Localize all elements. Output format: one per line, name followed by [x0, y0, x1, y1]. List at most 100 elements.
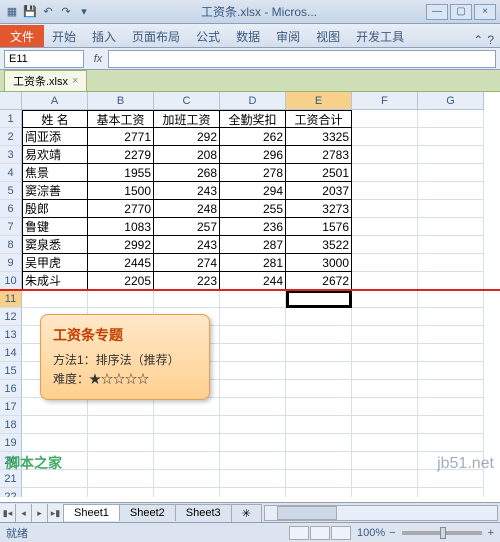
cell[interactable]	[154, 290, 220, 308]
cell[interactable]	[418, 200, 484, 218]
cell[interactable]	[352, 488, 418, 497]
cell[interactable]	[418, 182, 484, 200]
cell[interactable]	[220, 488, 286, 497]
cell[interactable]: 2279	[88, 146, 154, 164]
cell[interactable]: 全勤奖扣	[220, 110, 286, 128]
cell[interactable]	[418, 434, 484, 452]
row-header-1[interactable]: 1	[0, 110, 22, 128]
cell[interactable]	[418, 380, 484, 398]
zoom-out-icon[interactable]: −	[389, 527, 395, 539]
cell[interactable]	[418, 344, 484, 362]
cell[interactable]	[88, 416, 154, 434]
name-box[interactable]: E11	[4, 50, 84, 68]
cell[interactable]	[154, 434, 220, 452]
cell[interactable]	[352, 146, 418, 164]
row-header-13[interactable]: 13	[0, 326, 22, 344]
cell[interactable]	[22, 290, 88, 308]
cell[interactable]	[220, 344, 286, 362]
cell[interactable]	[418, 488, 484, 497]
row-header-5[interactable]: 5	[0, 182, 22, 200]
minimize-ribbon-icon[interactable]: ⌃	[473, 33, 483, 47]
cell[interactable]	[220, 362, 286, 380]
cell[interactable]	[286, 290, 352, 308]
cell[interactable]: 262	[220, 128, 286, 146]
tab-review[interactable]: 审阅	[268, 25, 308, 47]
cell[interactable]	[418, 236, 484, 254]
cell[interactable]	[220, 470, 286, 488]
cell[interactable]	[22, 398, 88, 416]
cell[interactable]: 292	[154, 128, 220, 146]
row-header-18[interactable]: 18	[0, 416, 22, 434]
cell[interactable]	[220, 398, 286, 416]
cell[interactable]	[220, 290, 286, 308]
file-tab[interactable]: 文件	[0, 25, 44, 47]
cell[interactable]	[220, 308, 286, 326]
cell[interactable]: 294	[220, 182, 286, 200]
cell[interactable]: 基本工资	[88, 110, 154, 128]
tab-layout[interactable]: 页面布局	[124, 25, 188, 47]
cell[interactable]	[22, 434, 88, 452]
cell[interactable]: 3273	[286, 200, 352, 218]
row-header-17[interactable]: 17	[0, 398, 22, 416]
tab-formulas[interactable]: 公式	[188, 25, 228, 47]
cell[interactable]: 殷郎	[22, 200, 88, 218]
row-header-15[interactable]: 15	[0, 362, 22, 380]
cell[interactable]	[220, 434, 286, 452]
cell[interactable]	[418, 272, 484, 290]
cell[interactable]	[154, 488, 220, 497]
sheet-nav-last-icon[interactable]: ▸▮	[48, 504, 64, 522]
cell[interactable]	[352, 452, 418, 470]
view-normal-icon[interactable]	[289, 526, 309, 540]
cell[interactable]: 268	[154, 164, 220, 182]
cell[interactable]	[418, 254, 484, 272]
cell[interactable]: 2037	[286, 182, 352, 200]
fx-icon[interactable]: fx	[88, 53, 108, 65]
cell[interactable]	[154, 416, 220, 434]
cell[interactable]	[352, 380, 418, 398]
cell[interactable]: 281	[220, 254, 286, 272]
cell[interactable]	[22, 488, 88, 497]
row-header-7[interactable]: 7	[0, 218, 22, 236]
save-icon[interactable]: 💾	[22, 4, 38, 20]
cell[interactable]	[154, 452, 220, 470]
cell[interactable]: 278	[220, 164, 286, 182]
cell[interactable]: 296	[220, 146, 286, 164]
cell[interactable]: 姓 名	[22, 110, 88, 128]
cell[interactable]	[352, 326, 418, 344]
cell[interactable]	[286, 434, 352, 452]
cell[interactable]: 2672	[286, 272, 352, 290]
column-header-F[interactable]: F	[352, 92, 418, 110]
cell[interactable]: 248	[154, 200, 220, 218]
cell[interactable]	[286, 470, 352, 488]
cell[interactable]	[418, 362, 484, 380]
sheet-tab-1[interactable]: Sheet1	[63, 504, 120, 521]
tab-data[interactable]: 数据	[228, 25, 268, 47]
cell[interactable]: 1576	[286, 218, 352, 236]
cell[interactable]	[220, 380, 286, 398]
cell[interactable]	[352, 110, 418, 128]
cell[interactable]	[418, 416, 484, 434]
zoom-in-icon[interactable]: +	[488, 527, 494, 539]
cell[interactable]: 208	[154, 146, 220, 164]
cell[interactable]	[220, 326, 286, 344]
formula-input[interactable]	[108, 50, 496, 68]
minimize-button[interactable]: —	[426, 4, 448, 20]
cell[interactable]	[286, 398, 352, 416]
sheet-nav-first-icon[interactable]: ▮◂	[0, 504, 16, 522]
row-header-12[interactable]: 12	[0, 308, 22, 326]
cell[interactable]	[154, 470, 220, 488]
spreadsheet-grid[interactable]: ABCDEFG 12345678910111213141516171819202…	[0, 92, 500, 497]
column-header-C[interactable]: C	[154, 92, 220, 110]
redo-icon[interactable]: ↷	[58, 4, 74, 20]
cell[interactable]	[22, 416, 88, 434]
cell[interactable]	[418, 146, 484, 164]
cell[interactable]	[286, 308, 352, 326]
cell[interactable]: 加班工资	[154, 110, 220, 128]
row-header-3[interactable]: 3	[0, 146, 22, 164]
row-header-16[interactable]: 16	[0, 380, 22, 398]
cell[interactable]	[286, 416, 352, 434]
undo-icon[interactable]: ↶	[40, 4, 56, 20]
cell[interactable]: 2205	[88, 272, 154, 290]
cell[interactable]	[418, 128, 484, 146]
cell[interactable]: 3325	[286, 128, 352, 146]
